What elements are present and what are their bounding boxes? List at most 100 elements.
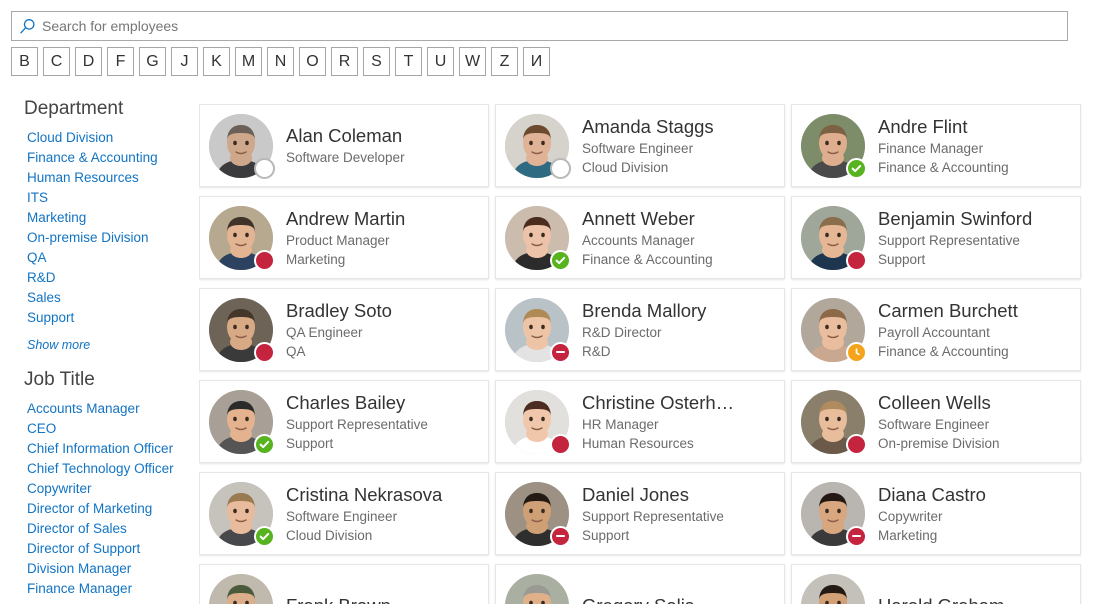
employee-details: Colleen Wells Software Engineer On-premise… — [878, 391, 1072, 453]
employee-card[interactable]: Andrew Martin Product Manager Marketing — [199, 196, 489, 279]
employee-card[interactable]: Amanda Staggs Software Engineer Cloud Divi… — [495, 104, 785, 187]
alphabet-filter-button[interactable]: R — [331, 47, 358, 76]
employee-card[interactable]: Charles Bailey Support Representative Supp… — [199, 380, 489, 463]
employee-name: Andrew Martin — [286, 207, 406, 229]
alphabet-filter-button[interactable]: C — [43, 47, 70, 76]
employee-name: Daniel Jones — [582, 483, 689, 505]
alphabet-filter-button[interactable]: И — [523, 47, 550, 76]
facet-item-qa[interactable]: QA — [0, 248, 196, 268]
facet-item-chief-technology-officer[interactable]: Chief Technology Officer — [0, 459, 196, 479]
alphabet-filter-button[interactable]: T — [395, 47, 422, 76]
employee-card[interactable]: Gregory Solis — [495, 564, 785, 604]
alphabet-filter-button[interactable]: F — [107, 47, 134, 76]
alphabet-filter-button[interactable]: S — [363, 47, 390, 76]
alphabet-filter-button[interactable]: M — [235, 47, 262, 76]
employee-job-title: Software Engineer — [582, 140, 694, 156]
alphabet-filter-button[interactable]: D — [75, 47, 102, 76]
avatar — [505, 113, 571, 179]
employee-details: Bradley Soto QA Engineer QA — [286, 299, 480, 361]
facet-item-director-of-support[interactable]: Director of Support — [0, 539, 196, 559]
avatar-image — [505, 573, 569, 604]
available-status-icon — [254, 525, 275, 547]
employee-name: Carmen Burchett — [878, 299, 1018, 321]
employee-name: Cristina Nekrasova — [286, 483, 443, 505]
avatar — [209, 481, 275, 547]
employee-name: Amanda Staggs — [582, 115, 714, 137]
facet-item-on-premise-division[interactable]: On-premise Division — [0, 228, 196, 248]
employee-job-title: Software Engineer — [286, 508, 398, 524]
employee-card[interactable]: Carmen Burchett Payroll Accountant Finance… — [791, 288, 1081, 371]
employee-card[interactable]: Andre Flint Finance Manager Finance & Acco… — [791, 104, 1081, 187]
alphabet-filter-button[interactable]: N — [267, 47, 294, 76]
facet-item-director-of-sales[interactable]: Director of Sales — [0, 519, 196, 539]
facet-item-marketing[interactable]: Marketing — [0, 208, 196, 228]
facet-item-support[interactable]: Support — [0, 308, 196, 328]
search-bar[interactable] — [11, 11, 1068, 41]
employee-job-title: Finance Manager — [878, 140, 984, 156]
employee-card[interactable]: Annett Weber Accounts Manager Finance & Ac… — [495, 196, 785, 279]
employee-card[interactable]: Harold Graham — [791, 564, 1081, 604]
facet-item-human-resources[interactable]: Human Resources — [0, 168, 196, 188]
facet-item-cloud-division[interactable]: Cloud Division — [0, 128, 196, 148]
avatar-image — [801, 573, 865, 604]
employee-department: Marketing — [286, 251, 346, 267]
employee-job-title: Software Engineer — [878, 416, 990, 432]
employee-department: QA — [286, 343, 306, 359]
employee-job-title: Product Manager — [286, 232, 390, 248]
facet-item-ceo[interactable]: CEO — [0, 419, 196, 439]
employee-card[interactable]: Brenda Mallory R&D Director R&D — [495, 288, 785, 371]
employee-name: Gregory Solis — [582, 594, 776, 604]
alphabet-filter-button[interactable]: K — [203, 47, 230, 76]
show-more-link[interactable]: Show more — [27, 338, 90, 352]
employee-job-title: Software Developer — [286, 150, 405, 165]
employee-job-title: Support Representative — [582, 508, 724, 524]
alphabet-filter-button[interactable]: Z — [491, 47, 518, 76]
avatar — [209, 389, 275, 455]
avatar-image — [209, 573, 273, 604]
alphabet-filter-button[interactable]: J — [171, 47, 198, 76]
offline-status-icon — [550, 157, 571, 179]
facets-sidebar: Department Cloud Division Finance & Accoun… — [0, 96, 196, 604]
employee-details: Frank Brown — [286, 594, 480, 604]
facet-item-accounts-manager[interactable]: Accounts Manager — [0, 399, 196, 419]
facet-item-division-manager[interactable]: Division Manager — [0, 559, 196, 579]
do-not-disturb-status-icon — [550, 341, 571, 363]
avatar — [801, 297, 867, 363]
employee-card-grid[interactable]: Alan Coleman Software Developer Amanda Sta… — [199, 104, 1099, 604]
search-input[interactable] — [42, 13, 1067, 39]
employee-card[interactable]: Daniel Jones Support Representative Suppor… — [495, 472, 785, 555]
busy-status-icon — [254, 341, 275, 363]
avatar — [209, 205, 275, 271]
facet-item-finance-manager[interactable]: Finance Manager — [0, 579, 196, 599]
employee-job-title: Accounts Manager — [582, 232, 695, 248]
facet-item-chief-information-officer[interactable]: Chief Information Officer — [0, 439, 196, 459]
employee-job-title: Copywriter — [878, 508, 943, 524]
alphabet-filter-button[interactable]: W — [459, 47, 486, 76]
employee-department: On-premise Division — [878, 435, 1000, 451]
employee-department: Support — [878, 251, 926, 267]
facet-item-director-of-marketing[interactable]: Director of Marketing — [0, 499, 196, 519]
avatar — [505, 573, 569, 604]
facet-item-copywriter[interactable]: Copywriter — [0, 479, 196, 499]
alphabet-filter-button[interactable]: G — [139, 47, 166, 76]
facet-item-finance-accounting[interactable]: Finance & Accounting — [0, 148, 196, 168]
employee-card[interactable]: Diana Castro Copywriter Marketing — [791, 472, 1081, 555]
employee-details: Carmen Burchett Payroll Accountant Finance… — [878, 299, 1072, 361]
avatar — [801, 389, 867, 455]
employee-card[interactable]: Christine Osterh… HR Manager Human Resourc… — [495, 380, 785, 463]
employee-card[interactable]: Frank Brown — [199, 564, 489, 604]
alphabet-filter-button[interactable]: B — [11, 47, 38, 76]
facet-item-r-d[interactable]: R&D — [0, 268, 196, 288]
employee-card[interactable]: Cristina Nekrasova Software Engineer Cloud… — [199, 472, 489, 555]
alphabet-filter-button[interactable]: O — [299, 47, 326, 76]
employee-name: Bradley Soto — [286, 299, 392, 321]
employee-card[interactable]: Colleen Wells Software Engineer On-premise… — [791, 380, 1081, 463]
employee-department: Marketing — [878, 527, 938, 543]
facet-item-sales[interactable]: Sales — [0, 288, 196, 308]
employee-department: Finance & Accounting — [878, 343, 1009, 359]
employee-card[interactable]: Bradley Soto QA Engineer QA — [199, 288, 489, 371]
employee-card[interactable]: Benjamin Swinford Support Representative S… — [791, 196, 1081, 279]
facet-item-its[interactable]: ITS — [0, 188, 196, 208]
alphabet-filter-button[interactable]: U — [427, 47, 454, 76]
employee-card[interactable]: Alan Coleman Software Developer — [199, 104, 489, 187]
